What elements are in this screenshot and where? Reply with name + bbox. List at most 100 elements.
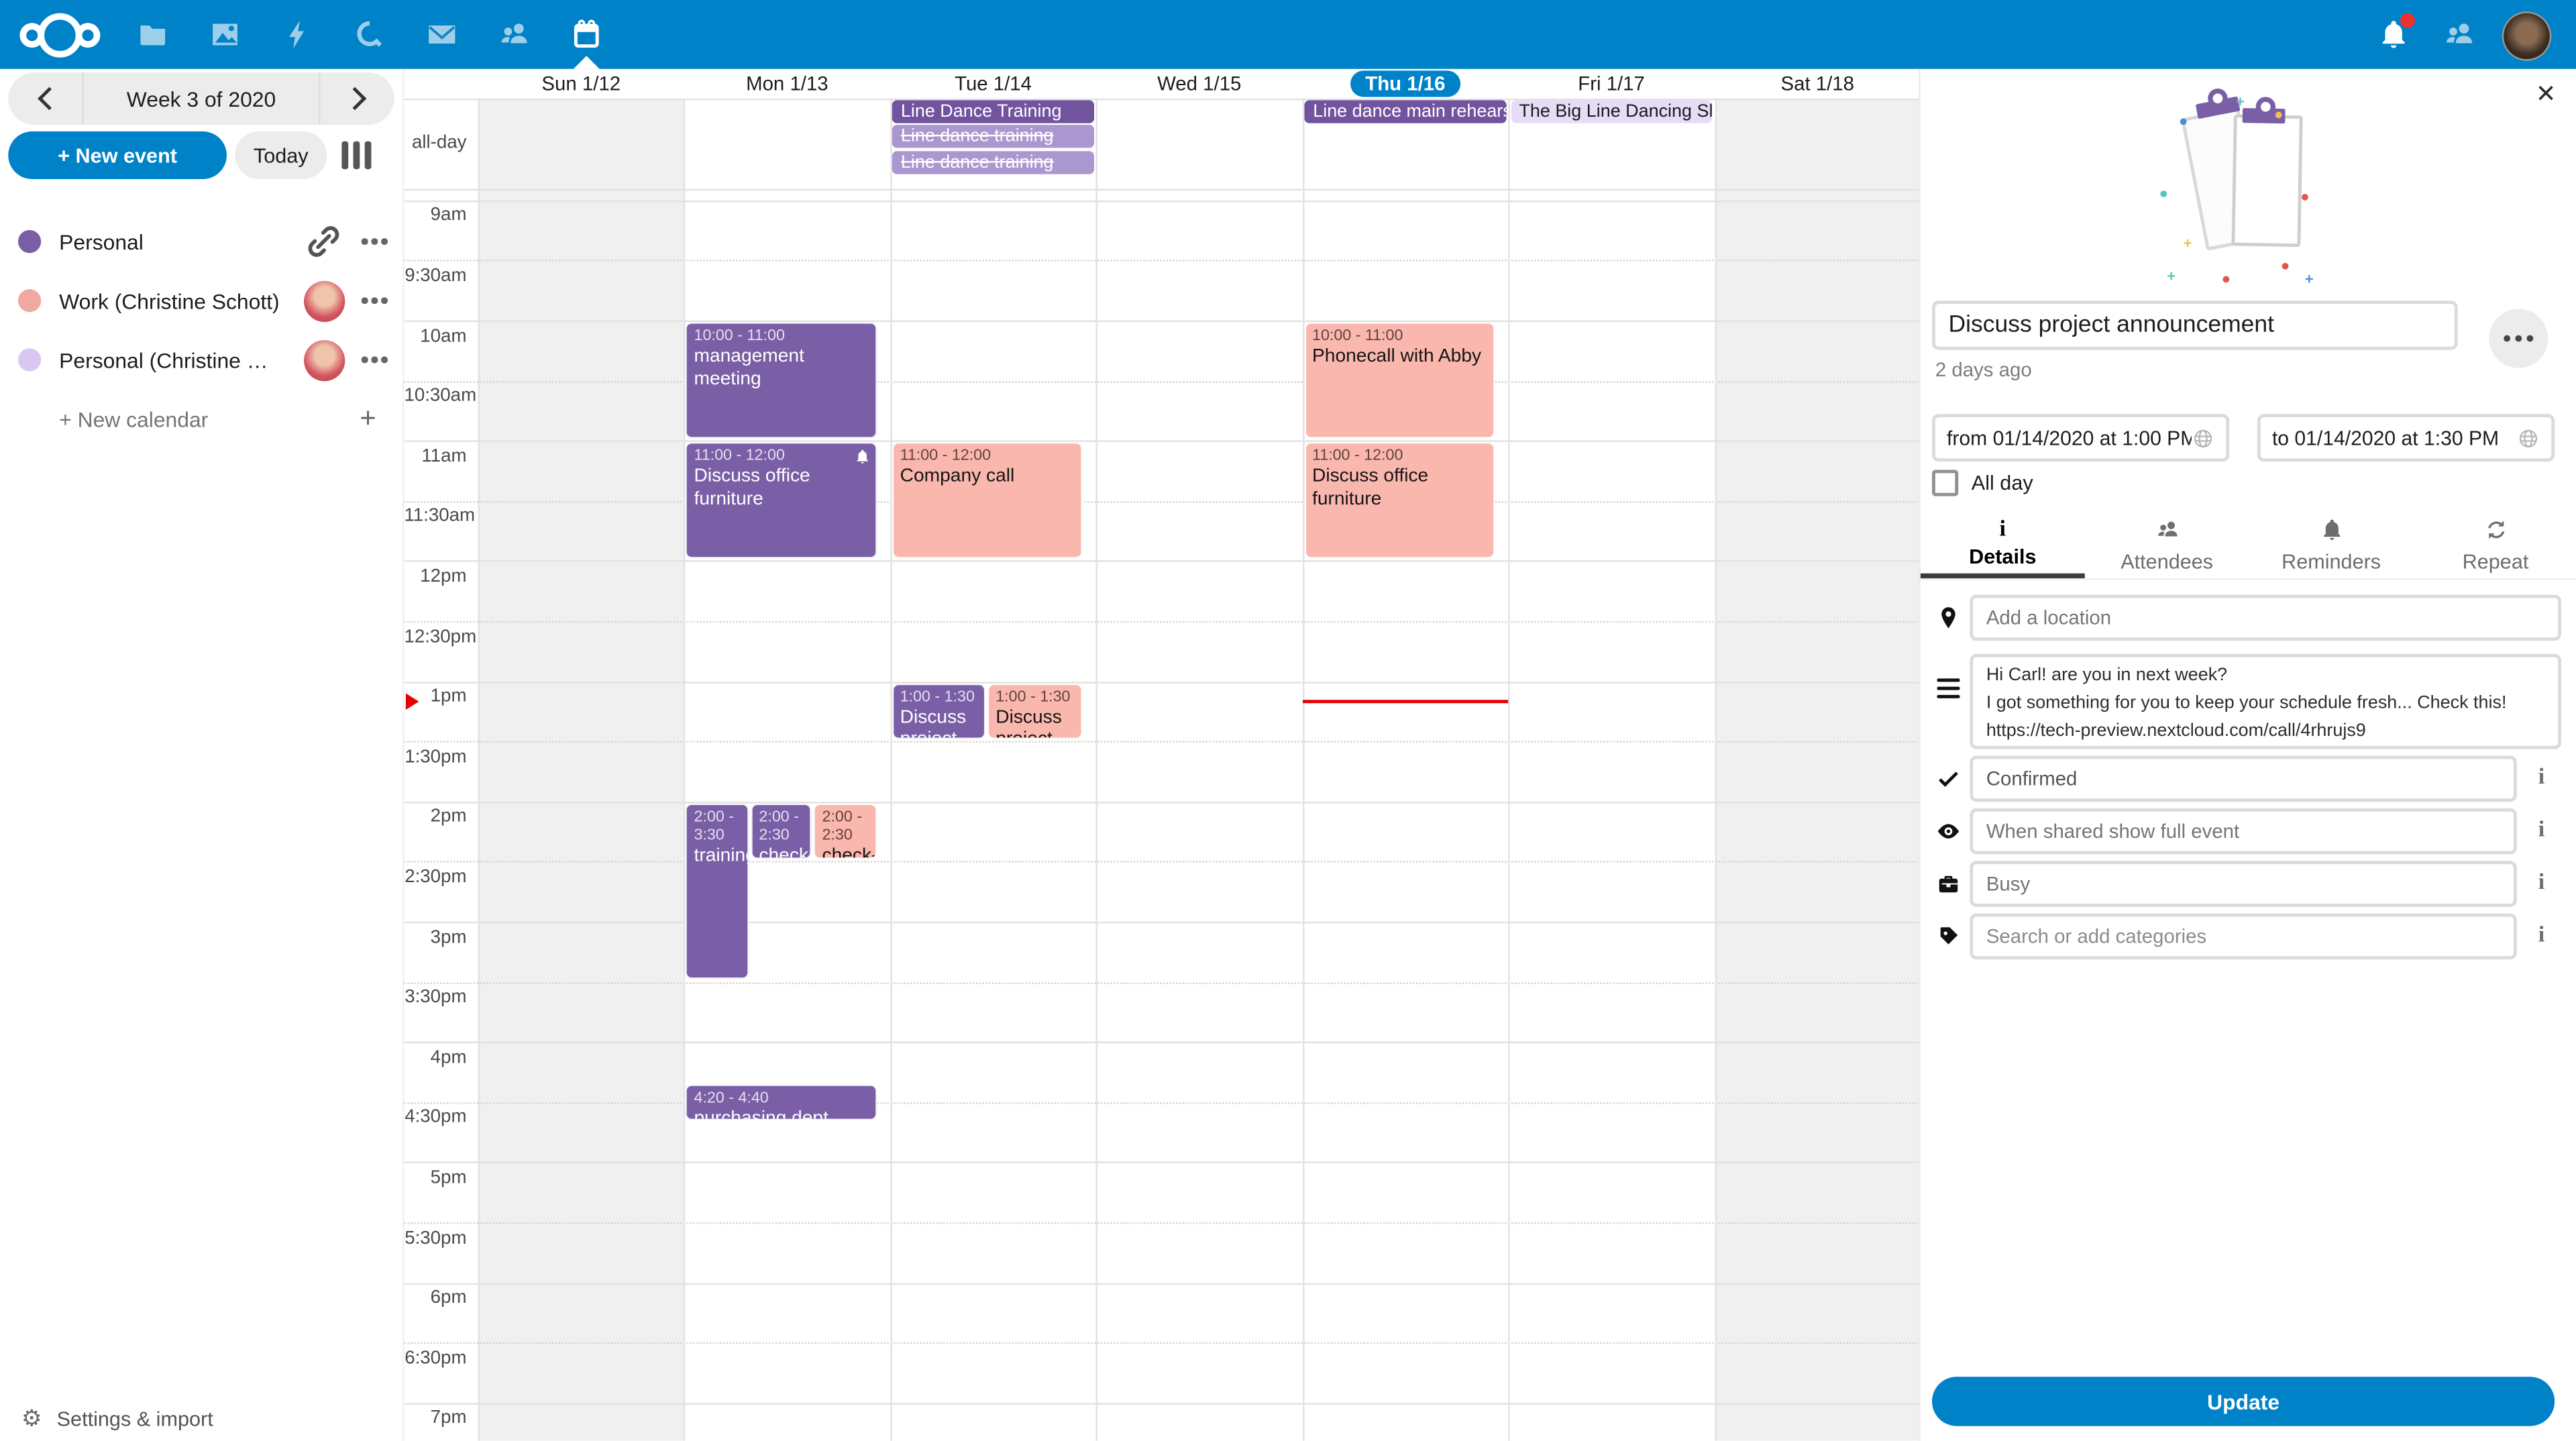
event[interactable]: 10:00 - 11:00Phonecall with Abby — [1304, 322, 1495, 438]
week-label[interactable]: Week 3 of 2020 — [84, 87, 319, 111]
timezone-globe-icon[interactable] — [2517, 427, 2540, 449]
event[interactable]: 4:20 - 4:40purchasing dept — [686, 1083, 877, 1120]
categories-input[interactable]: Search or add categories — [1970, 914, 2517, 960]
tab-repeat[interactable]: Repeat — [2414, 513, 2576, 578]
day-column-border — [890, 99, 892, 1441]
event[interactable]: 11:00 - 12:00Discuss office furniture — [686, 442, 877, 558]
all-day-event[interactable]: Line Dance Training — [893, 100, 1094, 123]
contacts-menu-icon[interactable] — [2443, 18, 2476, 51]
all-day-event[interactable]: Line dance training — [893, 150, 1094, 173]
mail-app-icon[interactable] — [425, 18, 458, 51]
files-app-icon[interactable] — [136, 18, 169, 51]
notifications-bell-icon[interactable] — [2377, 18, 2410, 51]
event-time: 11:00 - 12:00 — [900, 447, 1075, 466]
event-title: check-in — [759, 847, 812, 859]
view-toggle-icon[interactable] — [341, 142, 371, 170]
event[interactable]: 1:00 - 1:30Discuss project announcement — [892, 683, 985, 739]
time-axis-label: 1:30pm — [404, 747, 466, 767]
time-axis-label: 6pm — [404, 1288, 466, 1307]
day-header[interactable]: Mon 1/13 — [684, 69, 890, 99]
time-axis-label: 10:30am — [404, 386, 466, 406]
timezone-globe-icon[interactable] — [2192, 427, 2214, 449]
status-select[interactable]: Confirmed — [1970, 756, 2517, 802]
contacts-app-icon[interactable] — [498, 18, 531, 51]
nextcloud-logo-icon[interactable] — [19, 13, 100, 58]
day-label: Mon 1/13 — [746, 72, 828, 95]
day-header[interactable]: Sun 1/12 — [478, 69, 684, 99]
event[interactable]: 2:00 - 2:30 check-in — [751, 803, 812, 859]
calendar-list-item[interactable]: Personal — [0, 212, 402, 271]
categories-info-icon[interactable]: i — [2528, 923, 2555, 949]
day-header[interactable]: Tue 1/14 — [890, 69, 1096, 99]
busy-select[interactable]: Busy — [1970, 861, 2517, 907]
busy-briefcase-icon — [1933, 869, 1963, 899]
start-date-input[interactable]: from 01/14/2020 at 1:00 PM — [1932, 414, 2229, 462]
end-date-input[interactable]: to 01/14/2020 at 1:30 PM — [2257, 414, 2555, 462]
all-day-toggle[interactable]: All day — [1932, 470, 2033, 496]
status-info-icon[interactable]: i — [2528, 765, 2555, 792]
more-actions-button[interactable] — [2489, 309, 2548, 368]
app-window: Week 3 of 2020 + New event Today Persona… — [0, 0, 2576, 1441]
previous-week-button[interactable] — [8, 72, 84, 125]
user-avatar[interactable] — [2502, 11, 2551, 60]
close-icon[interactable]: ✕ — [2536, 82, 2557, 107]
activity-app-icon[interactable] — [281, 18, 314, 51]
settings-and-import[interactable]: ⚙ Settings & import — [0, 1397, 402, 1441]
event[interactable]: 2:00 - 3:30training — [686, 803, 749, 979]
all-day-event[interactable]: Line dance training — [893, 125, 1094, 148]
owner-avatar[interactable] — [303, 279, 345, 322]
new-calendar-button[interactable]: + New calendar + — [0, 392, 402, 445]
calendar-list-item[interactable]: Personal (Christine Schott) — [0, 330, 402, 389]
next-week-button[interactable] — [319, 72, 394, 125]
event[interactable]: 10:00 - 11:00management meeting — [686, 322, 877, 438]
all-day-event[interactable]: The Big Line Dancing Show — [1511, 100, 1712, 123]
day-header[interactable]: Fri 1/17 — [1509, 69, 1715, 99]
description-textarea[interactable]: Hi Carl! are you in next week? I got som… — [1970, 654, 2561, 749]
tab-attendees[interactable]: Attendees — [2085, 513, 2249, 578]
event[interactable]: 11:00 - 12:00Discuss office furniture — [1304, 442, 1495, 558]
today-day-label: Thu 1/16 — [1350, 70, 1460, 97]
event-time: 10:00 - 11:00 — [694, 327, 869, 345]
calendar-actions-icon[interactable] — [355, 222, 394, 262]
calendar-app-icon[interactable] — [570, 18, 603, 51]
event-time: 2:00 - 2:30 — [759, 808, 804, 845]
event-title-input[interactable] — [1932, 301, 2458, 350]
owner-avatar[interactable] — [303, 338, 345, 381]
day-label: Sat 1/18 — [1781, 72, 1854, 95]
share-link-icon[interactable] — [303, 220, 345, 263]
event[interactable]: 1:00 - 1:30Discuss project — [987, 683, 1083, 739]
event[interactable]: 2:00 - 2:30check-in — [814, 803, 877, 859]
location-input[interactable] — [1970, 595, 2561, 641]
tab-reminders[interactable]: Reminders — [2249, 513, 2414, 578]
day-header[interactable]: Wed 1/15 — [1096, 69, 1302, 99]
day-header[interactable]: Sat 1/18 — [1715, 69, 1921, 99]
day-header[interactable]: Thu 1/16 — [1302, 69, 1508, 99]
time-gridline — [404, 260, 1920, 262]
photos-app-icon[interactable] — [209, 18, 241, 51]
visibility-info-icon[interactable]: i — [2528, 818, 2555, 845]
event-title: Discuss office furniture — [1312, 467, 1428, 509]
gear-icon: ⚙ — [21, 1408, 42, 1431]
calendar-actions-icon[interactable] — [355, 281, 394, 321]
calendar-list-item[interactable]: Work (Christine Schott) — [0, 271, 402, 330]
visibility-select[interactable]: When shared show full event — [1970, 808, 2517, 855]
last-modified-label: 2 days ago — [1935, 358, 2032, 381]
new-event-button[interactable]: + New event — [8, 131, 227, 179]
calendar-actions-icon[interactable] — [355, 340, 394, 380]
chevron-right-icon — [342, 87, 366, 111]
new-calendar-label: + New calendar — [59, 407, 208, 431]
busy-info-icon[interactable]: i — [2528, 871, 2555, 897]
time-axis-label: 2:30pm — [404, 867, 466, 887]
status-check-icon — [1933, 764, 1963, 794]
time-axis-label: 4pm — [404, 1048, 466, 1067]
all-day-checkbox[interactable] — [1932, 470, 1958, 496]
tab-details[interactable]: iDetails — [1921, 513, 2085, 578]
today-button[interactable]: Today — [235, 131, 327, 179]
day-label: Fri 1/17 — [1578, 72, 1645, 95]
event-time: 2:00 - 3:30 — [694, 808, 741, 845]
current-time-arrow-icon — [406, 692, 419, 708]
event[interactable]: 11:00 - 12:00Company call — [892, 442, 1083, 558]
talk-app-icon[interactable] — [354, 18, 386, 51]
all-day-event[interactable]: Line dance main rehearsal — [1305, 100, 1506, 123]
update-button[interactable]: Update — [1932, 1377, 2555, 1426]
